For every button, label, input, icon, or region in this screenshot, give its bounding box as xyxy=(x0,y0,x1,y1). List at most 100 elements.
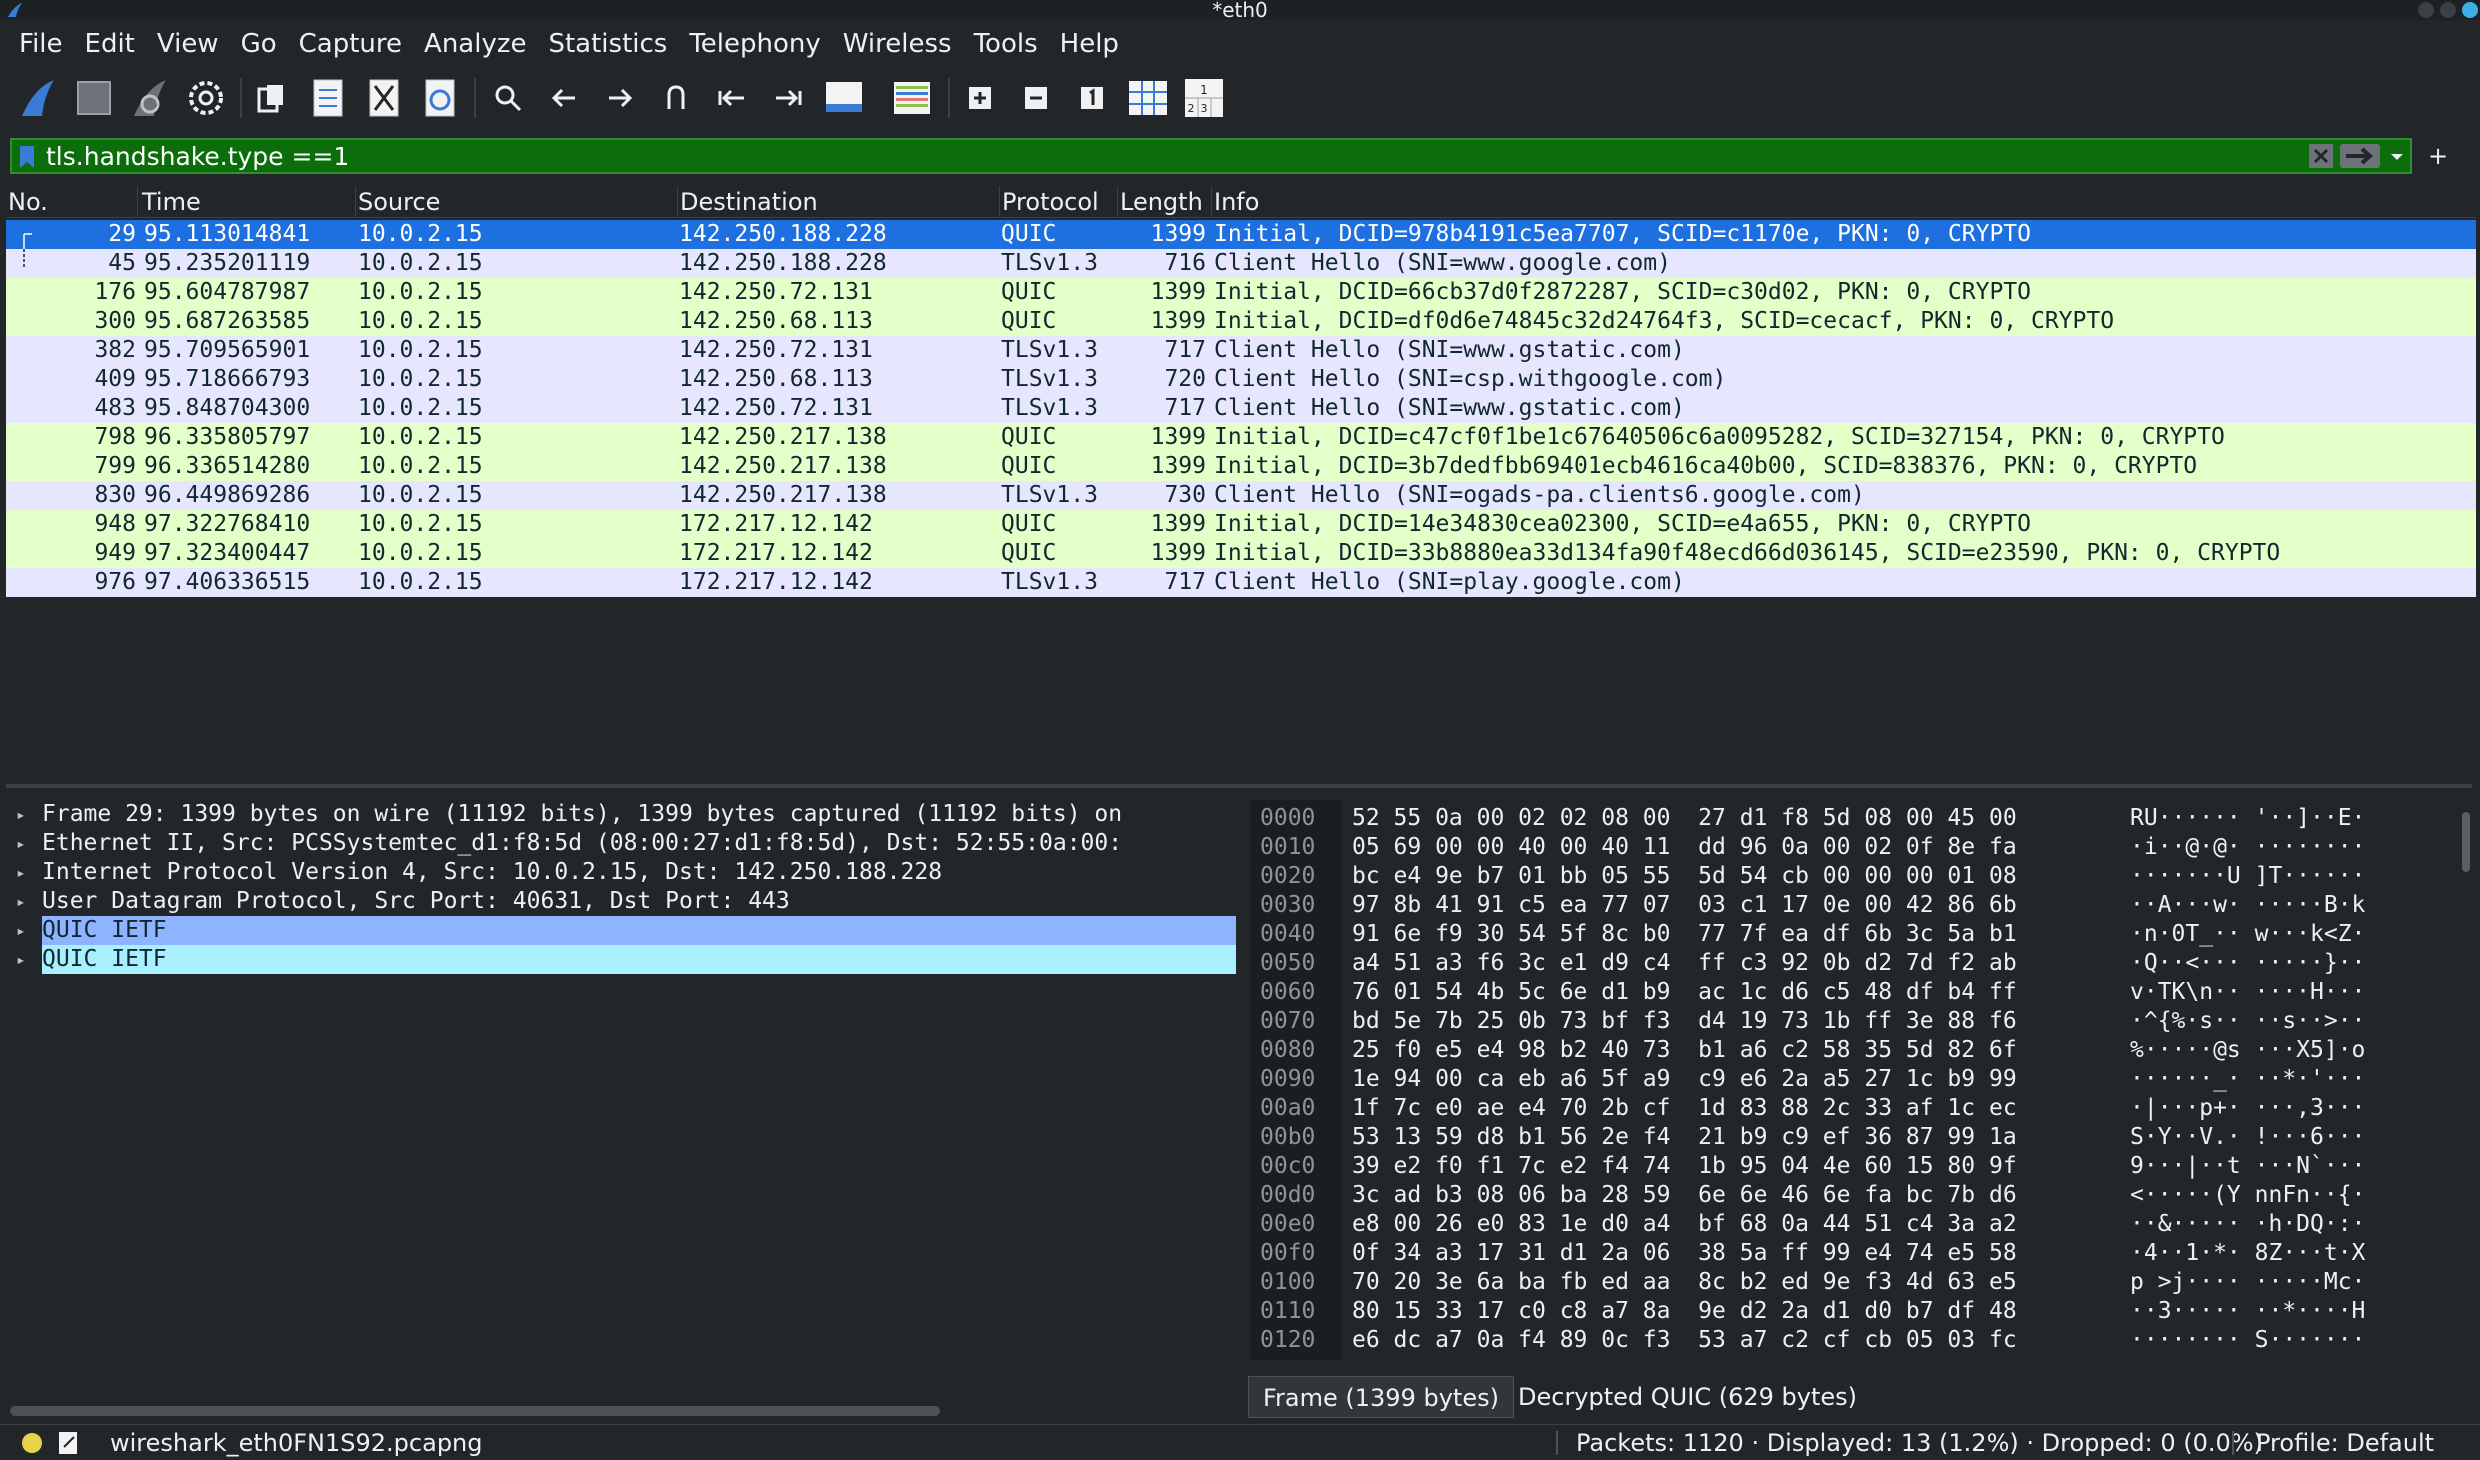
stop-capture-button[interactable] xyxy=(70,74,118,122)
hex-row[interactable]: 0000 52 55 0a 00 02 02 08 00 27 d1 f8 5d … xyxy=(1250,804,2476,833)
col-header-destination[interactable]: Destination xyxy=(678,186,1000,218)
profile-label[interactable]: Profile: Default xyxy=(2256,1425,2434,1460)
hex-row[interactable]: 0040 91 6e f9 30 54 5f 8c b0 77 7f ea df … xyxy=(1250,920,2476,949)
close-file-button[interactable] xyxy=(360,74,408,122)
first-packet-button[interactable] xyxy=(708,74,756,122)
hex-row[interactable]: 0050 a4 51 a3 f6 3c e1 d9 c4 ff c3 92 0b … xyxy=(1250,949,2476,978)
colorize-button[interactable] xyxy=(888,74,936,122)
col-header-protocol[interactable]: Protocol xyxy=(1000,186,1118,218)
hex-row[interactable]: 0080 25 f0 e5 e4 98 b2 40 73 b1 a6 c2 58 … xyxy=(1250,1036,2476,1065)
save-file-button[interactable] xyxy=(304,74,352,122)
packet-row[interactable]: 948 97.322768410 10.0.2.15 172.217.12.142 QU… xyxy=(6,510,2476,539)
zoom-in-button[interactable] xyxy=(956,74,1004,122)
open-file-button[interactable] xyxy=(248,74,296,122)
expand-arrow-icon[interactable]: ▸ xyxy=(16,945,30,974)
tree-frame[interactable]: ▸ Frame 29: 1399 bytes on wire (11192 bit… xyxy=(6,800,1236,829)
hex-row[interactable]: 0110 80 15 33 17 c0 c8 a7 8a 9e d2 2a d1 … xyxy=(1250,1297,2476,1326)
reload-file-button[interactable] xyxy=(416,74,464,122)
hex-row[interactable]: 00b0 53 13 59 d8 b1 56 2e f4 21 b9 c9 ef … xyxy=(1250,1123,2476,1152)
normal-size-button[interactable] xyxy=(1068,74,1116,122)
capture-options-button[interactable] xyxy=(182,74,230,122)
vertical-splitter[interactable] xyxy=(1238,800,1248,1400)
packet-row[interactable]: 29 95.113014841 10.0.2.15 142.250.188.228 QU… xyxy=(6,220,2476,249)
go-forward-button[interactable] xyxy=(596,74,644,122)
expert-info-led-icon[interactable] xyxy=(22,1433,42,1453)
go-back-button[interactable] xyxy=(540,74,588,122)
start-capture-button[interactable] xyxy=(14,74,62,122)
layout-button[interactable]: 123 xyxy=(1180,74,1228,122)
tab-decrypted-quic[interactable]: Decrypted QUIC (629 bytes) xyxy=(1504,1376,1871,1418)
menu-help[interactable]: Help xyxy=(1049,22,1130,66)
packet-row[interactable]: 483 95.848704300 10.0.2.15 142.250.72.131 TL… xyxy=(6,394,2476,423)
tree-udp[interactable]: ▸ User Datagram Protocol, Src Port: 40631… xyxy=(6,887,1236,916)
go-to-packet-button[interactable] xyxy=(652,74,700,122)
autoscroll-button[interactable] xyxy=(820,74,868,122)
packet-row[interactable]: 949 97.323400447 10.0.2.15 172.217.12.142 QU… xyxy=(6,539,2476,568)
menu-view[interactable]: View xyxy=(146,22,230,66)
col-header-time[interactable]: Time xyxy=(140,186,356,218)
packet-row[interactable]: 45 95.235201119 10.0.2.15 142.250.188.228 TL… xyxy=(6,249,2476,278)
recent-filters-dropdown[interactable] xyxy=(2386,143,2408,171)
packet-row[interactable]: 300 95.687263585 10.0.2.15 142.250.68.113 QU… xyxy=(6,307,2476,336)
tree-quic-2[interactable]: ▸ QUIC IETF xyxy=(6,945,1236,974)
add-filter-button[interactable]: + xyxy=(2424,140,2452,172)
pane-splitter[interactable] xyxy=(6,784,2472,788)
hex-row[interactable]: 0030 97 8b 41 91 c5 ea 77 07 03 c1 17 0e … xyxy=(1250,891,2476,920)
hex-row[interactable]: 00f0 0f 34 a3 17 31 d1 2a 06 38 5a ff 99 … xyxy=(1250,1239,2476,1268)
menu-analyze[interactable]: Analyze xyxy=(413,22,537,66)
hex-row[interactable]: 00e0 e8 00 26 e0 83 1e d0 a4 bf 68 0a 44 … xyxy=(1250,1210,2476,1239)
tree-ipv4[interactable]: ▸ Internet Protocol Version 4, Src: 10.0.… xyxy=(6,858,1236,887)
menu-tools[interactable]: Tools xyxy=(963,22,1049,66)
details-horizontal-scrollbar[interactable] xyxy=(10,1406,940,1416)
tree-quic-1[interactable]: ▸ QUIC IETF xyxy=(6,916,1236,945)
expand-arrow-icon[interactable]: ▸ xyxy=(16,829,30,858)
hex-row[interactable]: 0100 70 20 3e 6a ba fb ed aa 8c b2 ed 9e … xyxy=(1250,1268,2476,1297)
hex-row[interactable]: 0060 76 01 54 4b 5c 6e d1 b9 ac 1c d6 c5 … xyxy=(1250,978,2476,1007)
hex-scrollbar[interactable] xyxy=(2462,812,2470,872)
packet-row[interactable]: 176 95.604787987 10.0.2.15 142.250.72.131 QU… xyxy=(6,278,2476,307)
tab-frame-bytes[interactable]: Frame (1399 bytes) xyxy=(1248,1376,1514,1418)
hex-row[interactable]: 0120 e6 dc a7 0a f4 89 0c f3 53 a7 c2 cf … xyxy=(1250,1326,2476,1355)
col-header-source[interactable]: Source xyxy=(356,186,678,218)
expand-arrow-icon[interactable]: ▸ xyxy=(16,916,30,945)
display-filter-input[interactable] xyxy=(46,140,2306,172)
close-button[interactable] xyxy=(2462,2,2478,18)
menu-file[interactable]: File xyxy=(8,22,74,66)
maximize-button[interactable] xyxy=(2440,2,2456,18)
menu-capture[interactable]: Capture xyxy=(288,22,413,66)
packet-row[interactable]: 382 95.709565901 10.0.2.15 142.250.72.131 TL… xyxy=(6,336,2476,365)
hex-row[interactable]: 00c0 39 e2 f0 f1 7c e2 f4 74 1b 95 04 4e … xyxy=(1250,1152,2476,1181)
col-header-length[interactable]: Length xyxy=(1118,186,1212,218)
hex-row[interactable]: 0010 05 69 00 00 40 00 40 11 dd 96 0a 00 … xyxy=(1250,833,2476,862)
expand-arrow-icon[interactable]: ▸ xyxy=(16,858,30,887)
hex-row[interactable]: 0020 bc e4 9e b7 01 bb 05 55 5d 54 cb 00 … xyxy=(1250,862,2476,891)
zoom-out-button[interactable] xyxy=(1012,74,1060,122)
hex-row[interactable]: 0070 bd 5e 7b 25 0b 73 bf f3 d4 19 73 1b … xyxy=(1250,1007,2476,1036)
last-packet-button[interactable] xyxy=(764,74,812,122)
menu-wireless[interactable]: Wireless xyxy=(832,22,963,66)
packet-row[interactable]: 799 96.336514280 10.0.2.15 142.250.217.138 Q… xyxy=(6,452,2476,481)
tree-ethernet[interactable]: ▸ Ethernet II, Src: PCSSystemtec_d1:f8:5d… xyxy=(6,829,1236,858)
packet-row[interactable]: 830 96.449869286 10.0.2.15 142.250.217.138 T… xyxy=(6,481,2476,510)
resize-columns-button[interactable] xyxy=(1124,74,1172,122)
col-header-info[interactable]: Info xyxy=(1212,186,2474,218)
menu-edit[interactable]: Edit xyxy=(74,22,146,66)
packet-row[interactable]: 976 97.406336515 10.0.2.15 172.217.12.142 TL… xyxy=(6,568,2476,597)
menu-telephony[interactable]: Telephony xyxy=(678,22,831,66)
apply-filter-button[interactable] xyxy=(2340,143,2380,171)
capture-comment-icon[interactable] xyxy=(58,1431,80,1455)
col-header-no[interactable]: No. xyxy=(6,186,138,218)
clear-filter-button[interactable] xyxy=(2308,143,2336,171)
hex-row[interactable]: 00d0 3c ad b3 08 06 ba 28 59 6e 6e 46 6e … xyxy=(1250,1181,2476,1210)
restart-capture-button[interactable] xyxy=(126,74,174,122)
hex-row[interactable]: 00a0 1f 7c e0 ae e4 70 2b cf 1d 83 88 2c … xyxy=(1250,1094,2476,1123)
expand-arrow-icon[interactable]: ▸ xyxy=(16,887,30,916)
bookmark-icon[interactable] xyxy=(18,145,36,169)
find-packet-button[interactable] xyxy=(484,74,532,122)
hex-row[interactable]: 0090 1e 94 00 ca eb a6 5f a9 c9 e6 2a a5 … xyxy=(1250,1065,2476,1094)
packet-row[interactable]: 798 96.335805797 10.0.2.15 142.250.217.138 Q… xyxy=(6,423,2476,452)
minimize-button[interactable] xyxy=(2418,2,2434,18)
packet-row[interactable]: 409 95.718666793 10.0.2.15 142.250.68.113 TL… xyxy=(6,365,2476,394)
menu-statistics[interactable]: Statistics xyxy=(537,22,678,66)
menu-go[interactable]: Go xyxy=(230,22,288,66)
